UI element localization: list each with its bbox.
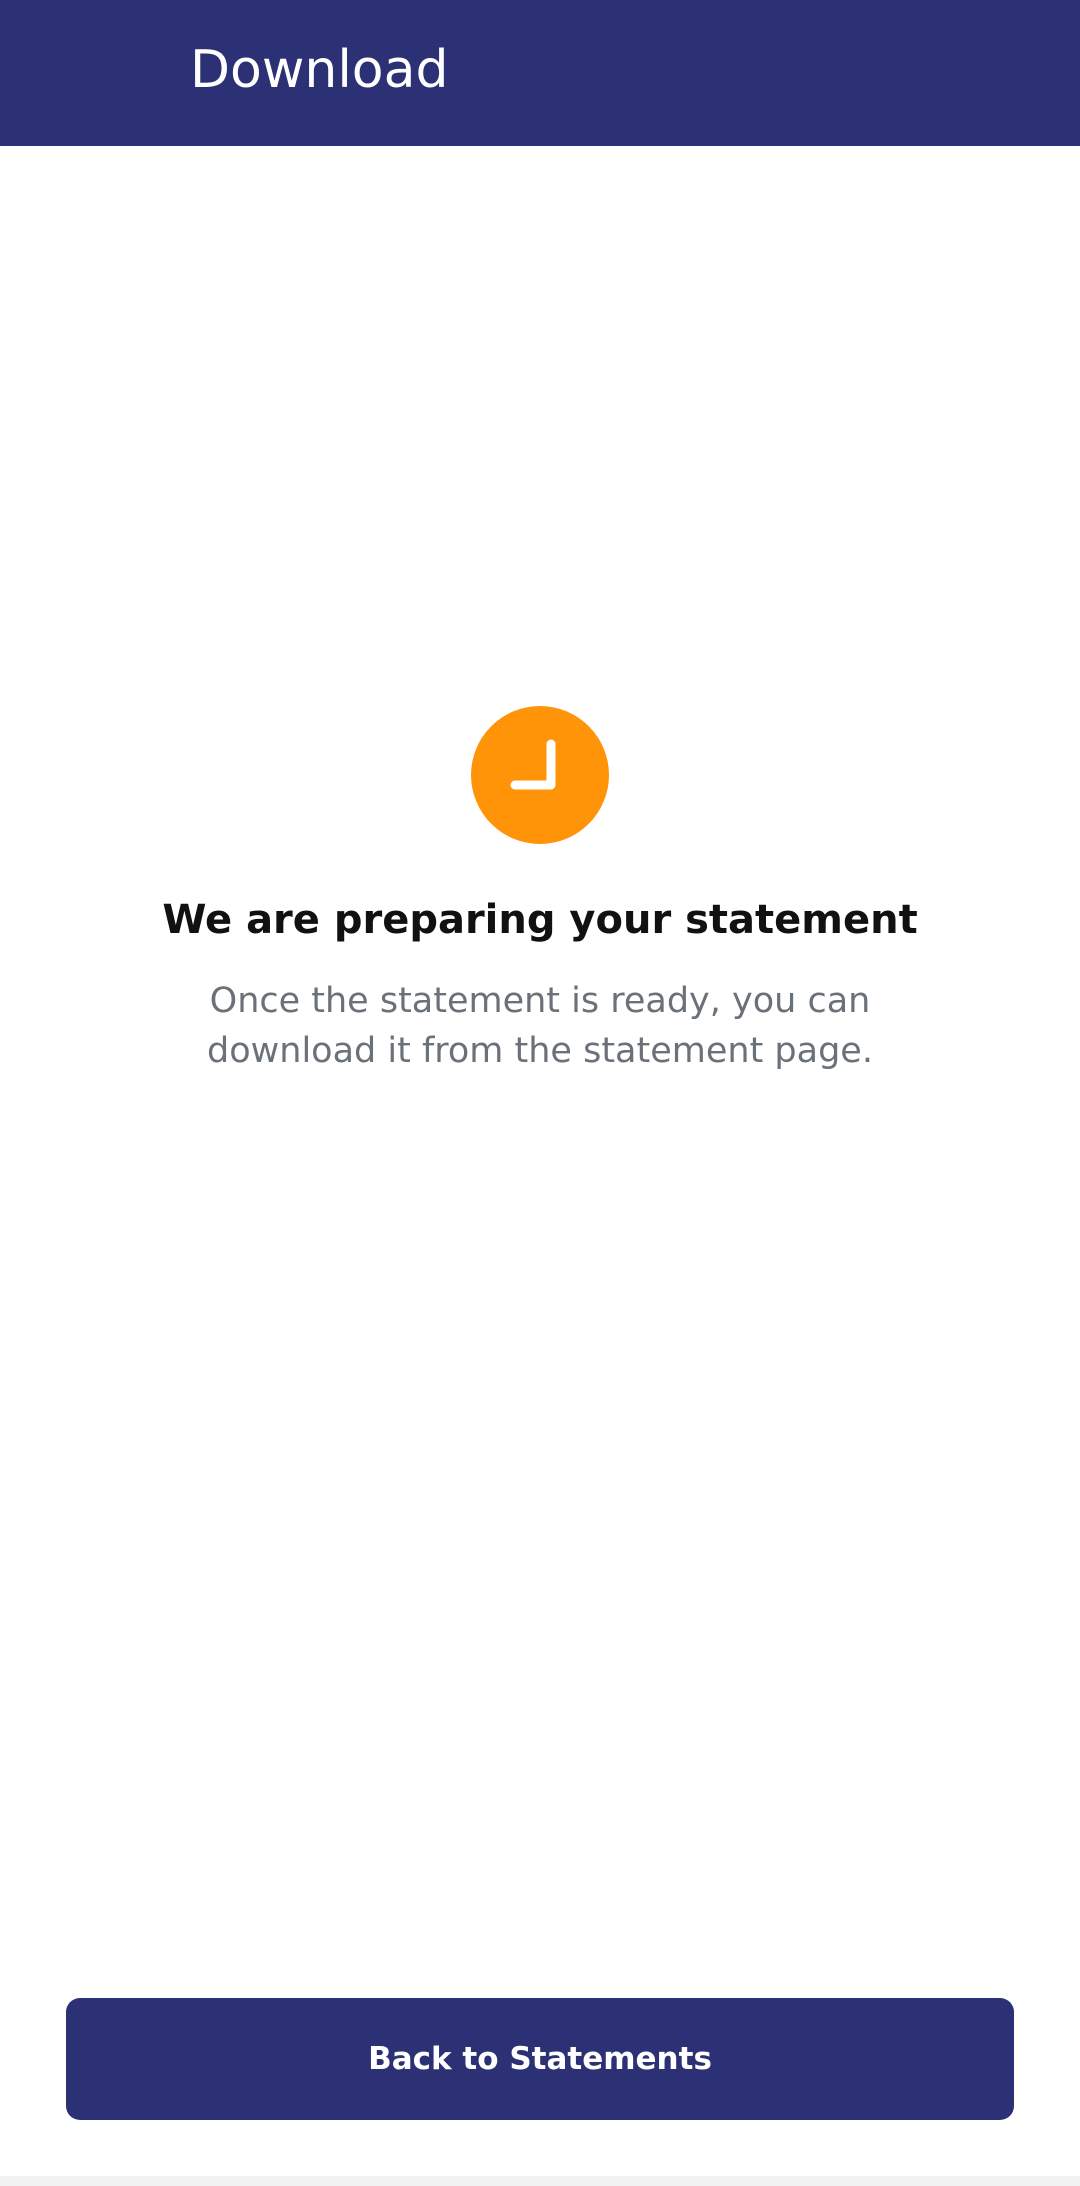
- page-title: Download: [190, 40, 449, 100]
- status-panel: We are preparing your statement Once the…: [0, 706, 1080, 1076]
- clock-icon: [471, 706, 609, 844]
- bottom-divider: [0, 2176, 1080, 2186]
- status-headline: We are preparing your statement: [162, 897, 918, 943]
- app-bar: Download: [0, 0, 1080, 146]
- back-to-statements-button[interactable]: Back to Statements: [66, 1998, 1014, 2120]
- status-message: Once the statement is ready, you can dow…: [207, 981, 873, 1071]
